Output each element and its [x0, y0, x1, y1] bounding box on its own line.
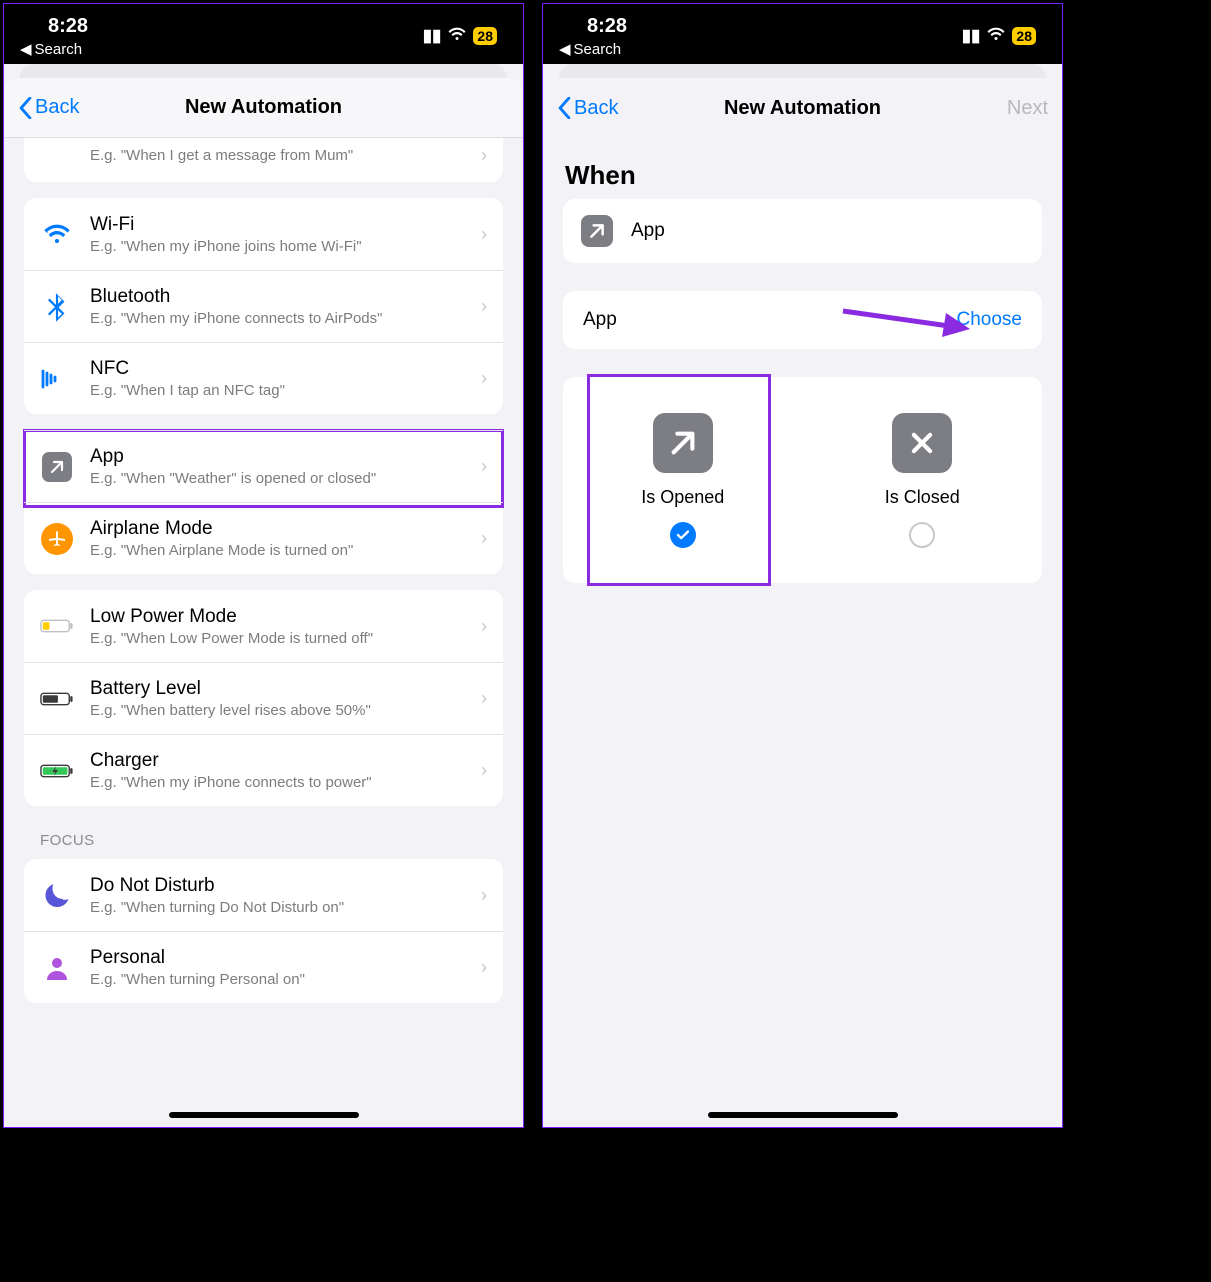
phone-right: 8:28 ◀︎ Search ▮▮ 28 Back New Automation…	[542, 3, 1063, 1128]
row-wifi[interactable]: Wi-FiE.g. "When my iPhone joins home Wi-…	[24, 198, 503, 270]
low-power-icon	[40, 609, 74, 643]
option-is-closed[interactable]: Is Closed	[803, 377, 1043, 583]
chevron-icon: ›	[481, 296, 487, 317]
clock: 8:28	[48, 15, 88, 38]
scroll-content[interactable]: E.g. "When I get a message from Mum" › W…	[4, 138, 523, 1127]
row-nfc[interactable]: NFCE.g. "When I tap an NFC tag" ›	[24, 342, 503, 414]
nav-bar: Back New Automation Next	[543, 78, 1062, 138]
back-button[interactable]: Back	[557, 97, 618, 120]
airplane-icon	[40, 522, 74, 556]
cellular-icon: ▮▮	[423, 26, 442, 46]
row-choose-app[interactable]: App Choose	[563, 291, 1042, 349]
row-bluetooth[interactable]: BluetoothE.g. "When my iPhone connects t…	[24, 270, 503, 342]
row-dnd[interactable]: Do Not DisturbE.g. "When turning Do Not …	[24, 859, 503, 931]
chevron-icon: ›	[481, 688, 487, 709]
group-focus: Do Not DisturbE.g. "When turning Do Not …	[24, 859, 503, 1003]
chevron-left-icon	[557, 97, 572, 119]
row-batterylevel[interactable]: Battery LevelE.g. "When battery level ri…	[24, 662, 503, 734]
wifi-status-icon	[986, 26, 1006, 46]
battery-icon: 28	[473, 27, 497, 45]
cellular-icon: ▮▮	[962, 26, 981, 46]
chevron-left-icon	[18, 97, 33, 119]
chevron-icon: ›	[481, 368, 487, 389]
battery-icon: 28	[1012, 27, 1036, 45]
group-battery: Low Power ModeE.g. "When Low Power Mode …	[24, 590, 503, 806]
row-lowpower[interactable]: Low Power ModeE.g. "When Low Power Mode …	[24, 590, 503, 662]
app-summary-label: App	[631, 220, 665, 242]
chevron-icon: ›	[481, 224, 487, 245]
when-heading: When	[565, 160, 1040, 191]
clock: 8:28	[587, 15, 627, 38]
status-bar: 8:28 ◀︎ Search ▮▮ 28	[4, 4, 523, 64]
closed-icon	[892, 413, 952, 473]
moon-icon	[40, 878, 74, 912]
closed-label: Is Closed	[885, 487, 960, 508]
wifi-status-icon	[447, 26, 467, 46]
opened-icon	[653, 413, 713, 473]
person-icon	[40, 951, 74, 985]
chevron-icon: ›	[481, 456, 487, 477]
chevron-icon: ›	[481, 760, 487, 781]
chevron-icon: ›	[481, 145, 487, 166]
radio-opened[interactable]	[670, 522, 696, 548]
annotation-arrow	[838, 299, 978, 343]
chevron-icon: ›	[481, 885, 487, 906]
nfc-icon	[40, 362, 74, 396]
bluetooth-icon	[40, 290, 74, 324]
options-card: Is Opened Is Closed	[563, 377, 1042, 583]
radio-closed[interactable]	[909, 522, 935, 548]
page-title: New Automation	[4, 96, 523, 119]
phone-left: 8:28 ◀︎ Search ▮▮ 28 Back New Automation	[3, 3, 524, 1128]
opened-label: Is Opened	[641, 487, 724, 508]
row-personal[interactable]: PersonalE.g. "When turning Personal on" …	[24, 931, 503, 1003]
row-airplane[interactable]: Airplane ModeE.g. "When Airplane Mode is…	[24, 502, 503, 574]
chevron-icon: ›	[481, 957, 487, 978]
app-open-icon	[581, 215, 613, 247]
next-button[interactable]: Next	[1007, 97, 1048, 120]
group-app-aeroplane: AppE.g. "When "Weather" is opened or clo…	[24, 430, 503, 574]
home-indicator[interactable]	[708, 1112, 898, 1118]
back-to-search[interactable]: ◀︎ Search	[559, 40, 627, 58]
scroll-content[interactable]: When App App Choose Is Opened I	[543, 138, 1062, 1127]
group-partial: E.g. "When I get a message from Mum" ›	[24, 138, 503, 182]
chevron-icon: ›	[481, 528, 487, 549]
page-title: New Automation	[543, 97, 1062, 120]
charger-icon	[40, 754, 74, 788]
nav-bar: Back New Automation	[4, 78, 523, 138]
home-indicator[interactable]	[169, 1112, 359, 1118]
wifi-icon	[40, 217, 74, 251]
back-button[interactable]: Back	[18, 96, 79, 119]
row-app[interactable]: AppE.g. "When "Weather" is opened or clo…	[24, 430, 503, 502]
row-charger[interactable]: ChargerE.g. "When my iPhone connects to …	[24, 734, 503, 806]
chevron-icon: ›	[481, 616, 487, 637]
row-partial[interactable]: E.g. "When I get a message from Mum" ›	[24, 138, 503, 182]
row-app-summary[interactable]: App	[563, 199, 1042, 263]
option-is-opened[interactable]: Is Opened	[563, 377, 803, 583]
focus-header: FOCUS	[40, 832, 487, 849]
battery-level-icon	[40, 682, 74, 716]
back-to-search[interactable]: ◀︎ Search	[20, 40, 88, 58]
choose-app-label: App	[583, 309, 617, 331]
group-connectivity: Wi-FiE.g. "When my iPhone joins home Wi-…	[24, 198, 503, 414]
app-icon	[40, 450, 74, 484]
status-bar: 8:28 ◀︎ Search ▮▮ 28	[543, 4, 1062, 64]
